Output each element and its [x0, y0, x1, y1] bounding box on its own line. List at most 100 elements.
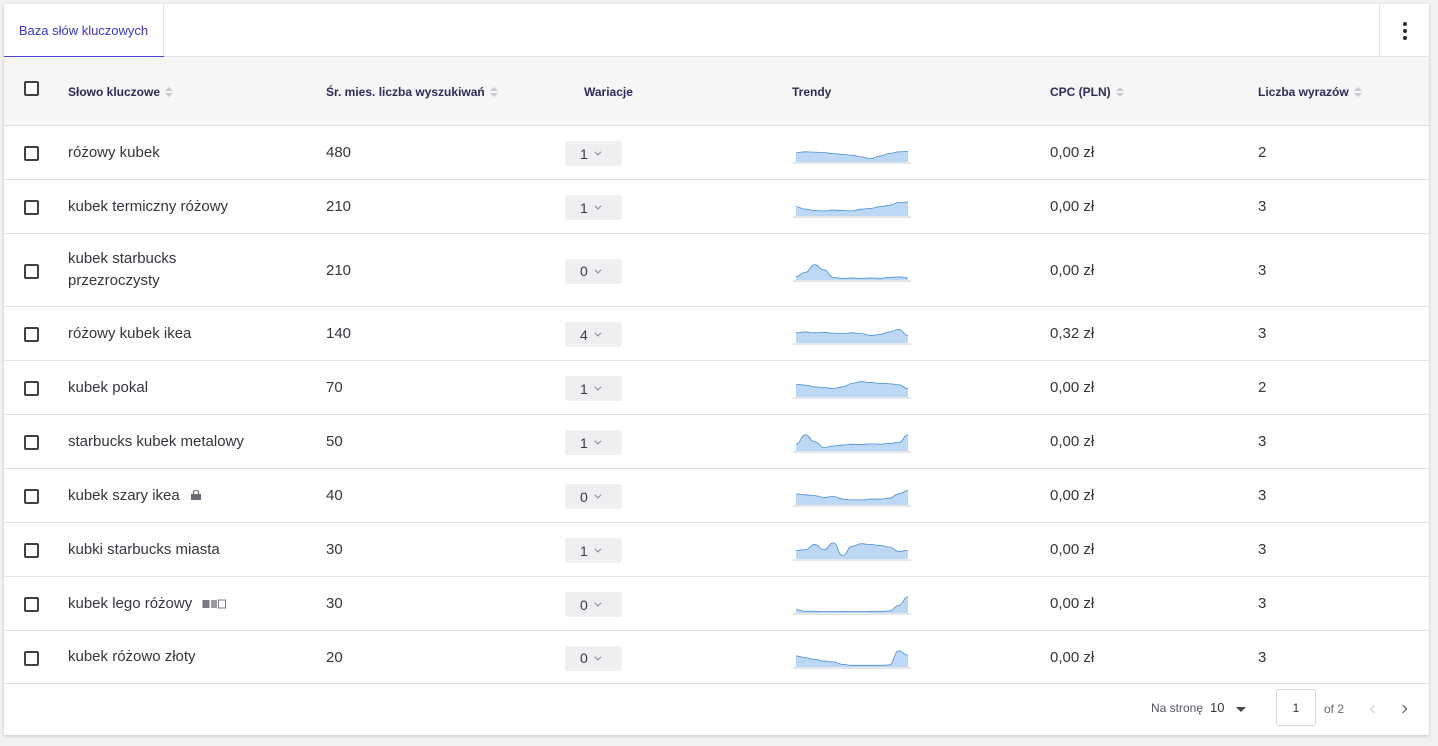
keyword-text: kubek termiczny różowy: [68, 197, 229, 215]
variations-count: 1: [580, 199, 588, 216]
word-count-cell: 3: [1258, 433, 1267, 450]
variations-dropdown[interactable]: 4: [565, 322, 622, 347]
table-row[interactable]: kubek lego różowy 30 0 0,00 zł 3: [4, 577, 1429, 631]
row-checkbox[interactable]: [24, 650, 39, 666]
row-checkbox[interactable]: [24, 435, 39, 450]
variations-dropdown[interactable]: 0: [565, 258, 622, 284]
more-options-icon[interactable]: [1379, 4, 1429, 57]
table-row[interactable]: kubek termiczny różowy 210 1 0,00 zł 3: [4, 180, 1429, 234]
variations-dropdown[interactable]: 1: [565, 141, 622, 166]
row-checkbox[interactable]: [24, 543, 39, 558]
word-count-cell: 3: [1258, 198, 1267, 215]
row-checkbox[interactable]: [24, 200, 39, 215]
col-cpc-label: CPC (PLN): [1050, 84, 1111, 99]
dropdown-caret-icon[interactable]: [1236, 707, 1246, 712]
col-variations-label: Wariacje: [584, 84, 633, 99]
keyword-text: kubek starbucks przezroczysty: [68, 250, 177, 289]
variations-dropdown[interactable]: 1: [565, 195, 622, 220]
row-checkbox[interactable]: [24, 146, 39, 161]
keyword-cell: kubek szary ikea: [68, 469, 308, 522]
prev-page-icon[interactable]: [1369, 704, 1379, 714]
keyword-text: kubek lego różowy: [68, 594, 193, 612]
page-number-input[interactable]: 1: [1276, 689, 1316, 726]
table-row[interactable]: kubek szary ikea 40 0 0,00 zł 3: [4, 469, 1429, 523]
chevron-down-icon: [594, 202, 602, 210]
chevron-down-icon: [594, 437, 602, 445]
keyword-cell: kubek różowo złoty: [68, 631, 308, 683]
table-row[interactable]: kubki starbucks miasta 30 1 0,00 zł 3: [4, 523, 1429, 577]
select-all-checkbox[interactable]: [24, 81, 39, 96]
keyword-cell: różowy kubek ikea: [68, 307, 308, 360]
keyword-cell: kubek termiczny różowy: [68, 180, 308, 233]
variations-count: 1: [580, 542, 588, 559]
col-variations: Wariacje: [584, 57, 633, 126]
keyword-text: różowy kubek ikea: [68, 324, 192, 342]
trend-sparkline: [793, 490, 911, 507]
col-words[interactable]: Liczba wyrazów: [1258, 57, 1362, 126]
row-checkbox[interactable]: [24, 489, 39, 504]
variations-dropdown[interactable]: 0: [565, 592, 622, 617]
row-checkbox[interactable]: [24, 597, 39, 612]
row-checkbox[interactable]: [24, 327, 39, 342]
variations-dropdown[interactable]: 1: [565, 430, 622, 455]
chevron-down-icon: [594, 545, 602, 553]
cpc-cell: 0,00 zł: [1050, 648, 1095, 666]
cpc-cell: 0,00 zł: [1050, 198, 1095, 215]
table-row[interactable]: kubek starbucks przezroczysty 210 0 0,00 zł…: [4, 234, 1429, 307]
cpc-cell: 0,00 zł: [1050, 379, 1095, 396]
trend-sparkline: [793, 434, 911, 453]
variations-count: 0: [580, 263, 588, 279]
shopping-bag-icon[interactable]: [190, 490, 202, 501]
trend-sparkline: [793, 263, 911, 281]
word-count-cell: 2: [1258, 379, 1267, 396]
table-row[interactable]: starbucks kubek metalowy 50 1 0,00 zł 3: [4, 415, 1429, 469]
variations-dropdown[interactable]: 1: [565, 376, 622, 401]
word-count-cell: 3: [1258, 648, 1267, 666]
sort-icon: [1115, 86, 1124, 97]
cpc-cell: 0,32 zł: [1050, 325, 1095, 342]
col-volume[interactable]: Śr. mies. liczba wyszukiwań: [326, 57, 498, 126]
image-gallery-icon[interactable]: [202, 599, 227, 609]
word-count-cell: 3: [1258, 487, 1267, 504]
row-checkbox[interactable]: [24, 263, 39, 279]
keyword-text: kubek szary ikea: [68, 486, 180, 504]
chevron-down-icon: [594, 599, 602, 607]
variations-count: 0: [580, 650, 588, 666]
chevron-down-icon: [594, 148, 602, 156]
trend-sparkline: [793, 649, 911, 668]
col-keyword[interactable]: Słowo kluczowe: [68, 57, 174, 126]
table-header: Słowo kluczowe Śr. mies. liczba wyszukiw…: [4, 57, 1429, 126]
variations-dropdown[interactable]: 0: [565, 484, 622, 509]
table-row[interactable]: kubek różowo złoty 20 0 0,00 zł 3: [4, 631, 1429, 684]
table-row[interactable]: różowy kubek ikea 140 4 0,32 zł 3: [4, 307, 1429, 361]
next-page-icon[interactable]: [1398, 704, 1408, 714]
word-count-cell: 3: [1258, 595, 1267, 612]
keyword-cell: różowy kubek: [68, 126, 308, 179]
tab-bar: Baza słów kluczowych: [4, 4, 1429, 58]
trend-sparkline: [793, 596, 911, 615]
sort-icon: [489, 86, 498, 97]
per-page-select[interactable]: 10: [1210, 700, 1224, 715]
variations-dropdown[interactable]: 0: [565, 645, 622, 671]
volume-cell: 50: [326, 433, 343, 450]
tab-keyword-database[interactable]: Baza słów kluczowych: [4, 4, 164, 58]
table-row[interactable]: różowy kubek 480 1 0,00 zł 2: [4, 126, 1429, 180]
keyword-text: kubek pokal: [68, 378, 149, 396]
word-count-cell: 2: [1258, 144, 1267, 161]
sort-icon: [165, 86, 174, 97]
variations-dropdown[interactable]: 1: [565, 538, 622, 563]
trend-area: [796, 202, 908, 216]
variations-count: 0: [580, 488, 588, 505]
col-volume-label: Śr. mies. liczba wyszukiwań: [326, 84, 485, 99]
variations-count: 0: [580, 596, 588, 613]
chevron-down-icon: [594, 329, 602, 337]
chevron-down-icon: [594, 266, 602, 274]
chevron-down-icon: [594, 491, 602, 499]
keyword-cell: kubek starbucks przezroczysty: [68, 234, 198, 306]
row-checkbox[interactable]: [24, 381, 39, 396]
cpc-cell: 0,00 zł: [1050, 487, 1095, 504]
table-row[interactable]: kubek pokal 70 1 0,00 zł 2: [4, 361, 1429, 415]
volume-cell: 40: [326, 487, 343, 504]
col-cpc[interactable]: CPC (PLN): [1050, 57, 1124, 126]
word-count-cell: 3: [1258, 325, 1267, 342]
